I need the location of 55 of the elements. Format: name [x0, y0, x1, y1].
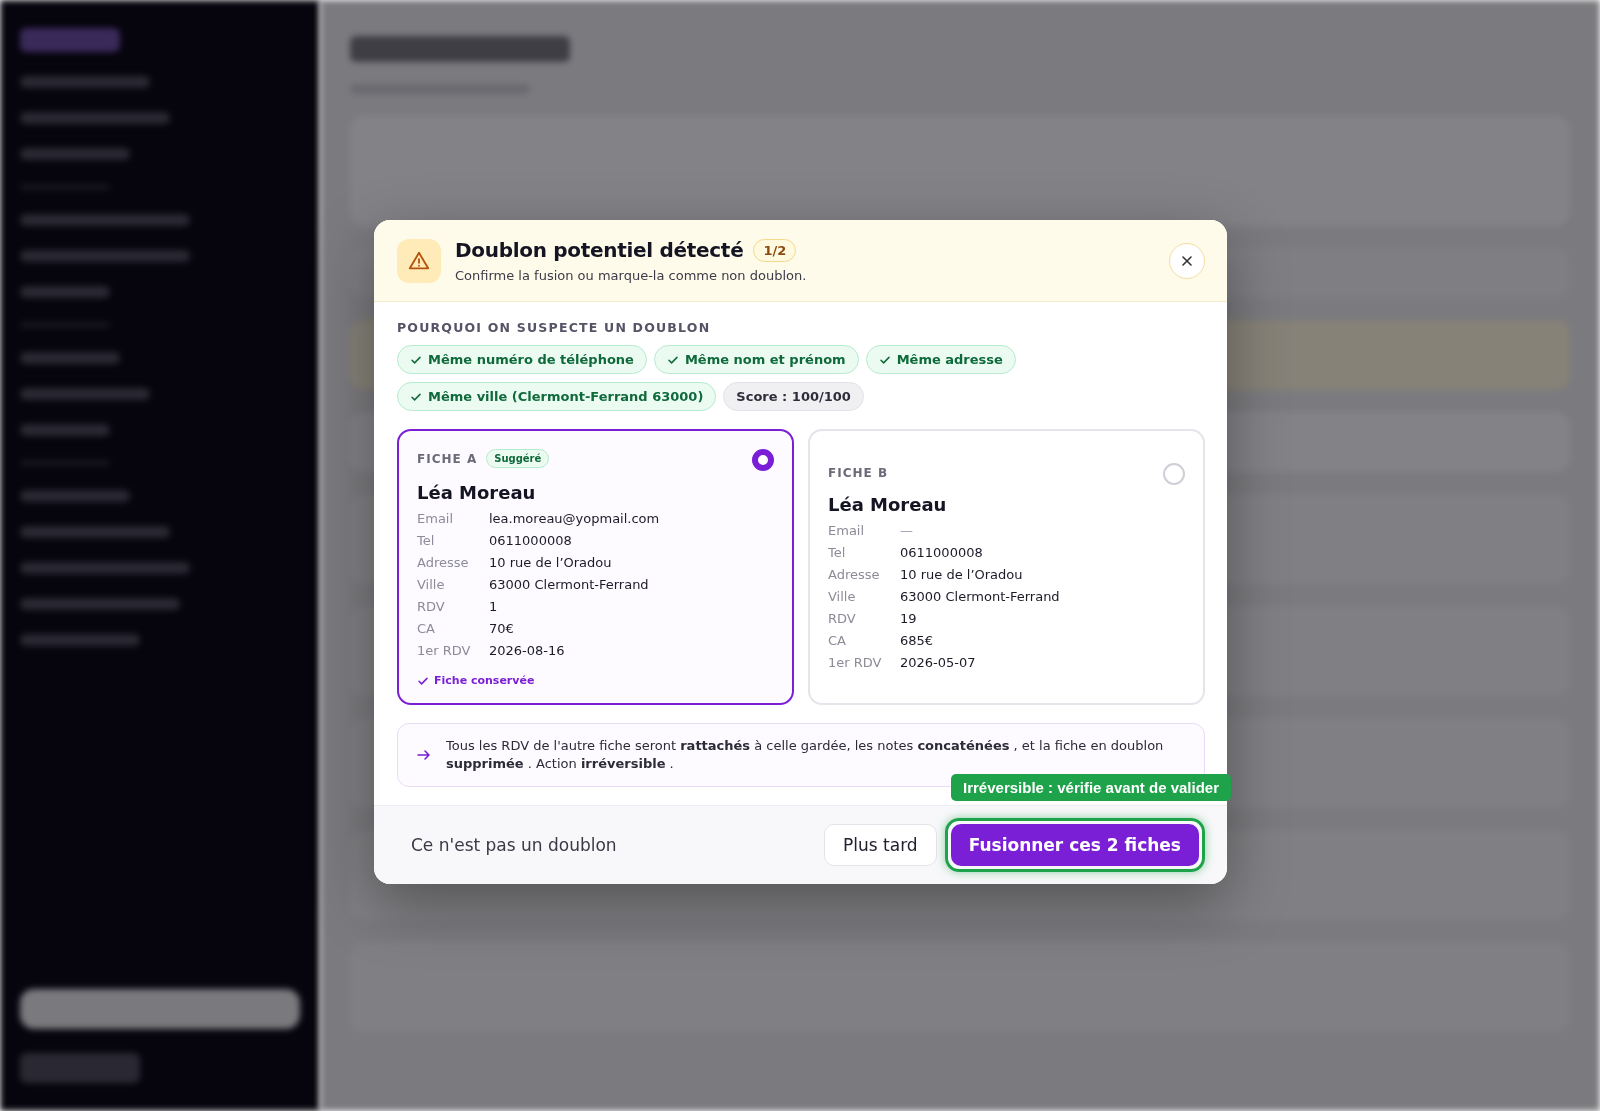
kept-note: Fiche conservée — [417, 674, 774, 687]
later-button[interactable]: Plus tard — [824, 824, 937, 866]
field-label: Adresse — [828, 567, 881, 582]
field-value: 2026-08-16 — [489, 643, 566, 658]
record-card[interactable]: FICHE B Léa Moreau Email — Tel 0611000008 Adresse 10 rue de l’Oradou Ville 63000 Clermont-Ferrand RDV 19 CA 685€ 1er RDV 2026-05-07 — [808, 429, 1205, 705]
arrow-icon — [416, 747, 432, 763]
field-value: 10 rue de l’Oradou — [489, 555, 613, 570]
suggested-badge: Suggéré — [486, 449, 550, 468]
field-label: Ville — [417, 577, 446, 592]
field-value: 19 — [900, 611, 918, 626]
record-name: Léa Moreau — [417, 482, 537, 503]
record-name: Léa Moreau — [828, 494, 948, 515]
field-value: — — [900, 523, 914, 538]
warning-icon — [397, 238, 441, 283]
merge-button[interactable]: Fusionner ces 2 fiches — [950, 824, 1199, 866]
section-heading: POURQUOI ON SUSPECTE UN DOUBLON — [397, 320, 712, 335]
not-duplicate-button[interactable]: Ce n'est pas un doublon — [397, 825, 631, 865]
field-label: Email — [417, 511, 455, 526]
field-value: 685€ — [900, 633, 935, 648]
field-value: 2026-05-07 — [900, 655, 977, 670]
record-card[interactable]: FICHE A Suggéré Léa Moreau Email lea.moreau@yopmail.com Tel 0611000008 Adresse 10 rue de l’Oradou Ville 63000 Clermont-Ferrand RDV 1 CA 70€ 1er RDV 2026-08-16 Fiche conservée — [397, 429, 794, 705]
field-value: 0611000008 — [489, 533, 573, 548]
field-label: 1er RDV — [828, 655, 883, 670]
notice-text: Tous les RDV de l'autre fiche seront rattachés à celle gardée, les notes concaténées , et la fiche en doublon supprimée . Action irréversible . — [446, 737, 1165, 773]
reason-chip: Même ville (Clermont-Ferrand 63000) — [397, 382, 717, 411]
score-chip: Score : 100/100 — [723, 382, 864, 411]
reason-chip: Même adresse — [865, 345, 1016, 374]
field-label: Adresse — [417, 555, 470, 570]
field-label: Email — [828, 523, 866, 538]
field-value: 0611000008 — [900, 545, 984, 560]
field-label: RDV — [828, 611, 857, 626]
field-label: 1er RDV — [417, 643, 472, 658]
field-label: Tel — [828, 545, 847, 560]
record-label: FICHE A — [417, 451, 478, 466]
field-label: CA — [828, 633, 847, 648]
field-label: CA — [417, 621, 436, 636]
field-label: Tel — [417, 533, 436, 548]
field-value: lea.moreau@yopmail.com — [489, 511, 661, 526]
reason-chip: Même numéro de téléphone — [397, 345, 647, 374]
duplicate-counter: 1/2 — [753, 238, 797, 262]
record-label: FICHE B — [828, 466, 889, 480]
radio-button[interactable] — [752, 449, 774, 471]
close-button[interactable] — [1169, 242, 1205, 279]
field-value: 63000 Clermont-Ferrand — [489, 577, 650, 592]
close-icon — [1180, 253, 1194, 268]
field-value: 1 — [489, 599, 499, 614]
dialog-subtitle: Confirme la fusion ou marque-la comme non doublon. — [455, 268, 808, 283]
field-label: Ville — [828, 589, 857, 604]
tooltip: Irréversible : vérifie avant de valider — [951, 774, 1231, 801]
field-value: 70€ — [489, 621, 515, 636]
field-value: 63000 Clermont-Ferrand — [900, 589, 1061, 604]
field-label: RDV — [417, 599, 446, 614]
reason-chip: Même nom et prénom — [653, 345, 859, 374]
dialog-title: Doublon potentiel détecté — [455, 238, 744, 262]
field-value: 10 rue de l’Oradou — [900, 567, 1024, 582]
